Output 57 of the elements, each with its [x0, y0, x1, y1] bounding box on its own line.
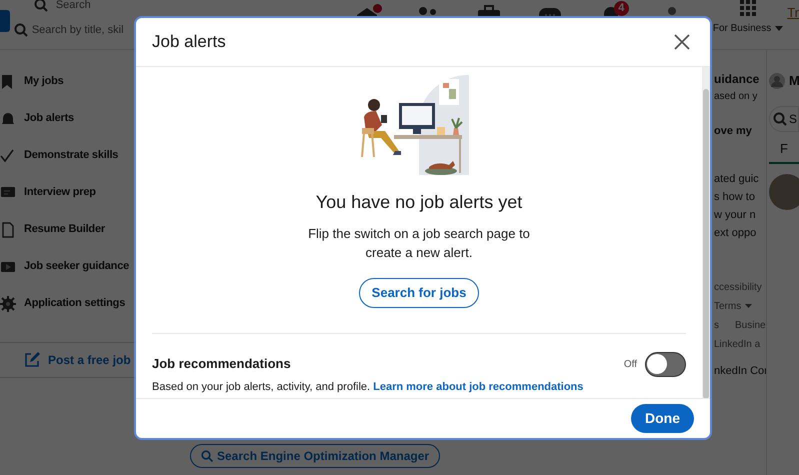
- search-icon: [773, 112, 787, 126]
- sidebar-item[interactable]: Demonstrate skills: [24, 147, 118, 164]
- sidebar-item[interactable]: Application settings: [24, 295, 126, 312]
- toggle-state-label: Off: [624, 358, 637, 372]
- footer-link[interactable]: Busine: [735, 316, 766, 335]
- scrollbar[interactable]: [702, 67, 710, 398]
- sidebar-item[interactable]: Job seeker guidance: [24, 258, 130, 275]
- search-field[interactable]: S: [769, 106, 799, 132]
- notification-dot: [372, 4, 382, 13]
- photo-placeholder: [769, 174, 799, 210]
- card-text: ext oppo: [714, 226, 758, 241]
- close-icon: [674, 34, 690, 50]
- copyright-text: nkedIn Cor: [714, 364, 766, 379]
- empty-state-text: Flip the switch on a job search page to create a new alert.: [307, 225, 531, 262]
- section-title: Job recommendations: [152, 355, 291, 374]
- search-suggestion-chip[interactable]: Search Engine Optimization Manager: [190, 444, 440, 468]
- search-icon: [14, 22, 28, 37]
- apps-grid-icon[interactable]: [740, 0, 756, 16]
- learn-more-link[interactable]: Learn more about job recommendations: [373, 380, 584, 392]
- search-jobs-button[interactable]: Search for jobs: [358, 278, 480, 308]
- business-menu[interactable]: For Business: [712, 20, 772, 38]
- search-icon: [34, 0, 48, 12]
- footer-link[interactable]: LinkedIn a: [714, 335, 766, 354]
- done-button[interactable]: Done: [631, 404, 694, 433]
- card-text: s how to: [714, 190, 756, 205]
- premium-link[interactable]: Tr: [787, 4, 799, 49]
- tab[interactable]: F: [769, 140, 799, 164]
- search-icon: [201, 450, 213, 462]
- bell-icon: [0, 110, 16, 126]
- post-job-link[interactable]: Post a free job: [48, 351, 131, 369]
- sidebar-item[interactable]: My jobs: [24, 73, 64, 90]
- footer-link[interactable]: ccessibility: [714, 278, 766, 297]
- recommendations-text: Based on your job alerts, activity, and profile. Learn more about job recommendations: [152, 380, 584, 394]
- search-field[interactable]: Search: [56, 0, 91, 14]
- toggle-switch[interactable]: [645, 352, 686, 376]
- sidebar-item[interactable]: Interview prep: [24, 184, 96, 201]
- card-title: ove my: [714, 124, 753, 139]
- sidebar-item[interactable]: Job alerts: [24, 110, 74, 127]
- edit-icon: [24, 352, 40, 368]
- footer-link[interactable]: Terms: [714, 297, 742, 316]
- caret-icon: [745, 304, 752, 309]
- modal-title: Job alerts: [152, 31, 226, 54]
- checkmark-icon: [0, 148, 16, 164]
- notification-badge: 4: [614, 1, 629, 16]
- empty-state-title: You have no job alerts yet: [316, 191, 522, 214]
- card-text: w your n: [714, 208, 757, 223]
- card-subtitle: ased on y: [714, 90, 758, 104]
- document-icon: [0, 222, 16, 238]
- avatar-icon: [769, 73, 785, 89]
- profile-name: M: [789, 72, 799, 90]
- card-title: uidance: [714, 71, 760, 88]
- settings-icon: [0, 296, 16, 312]
- job-search-field[interactable]: Search by title, skil: [32, 22, 124, 38]
- card-text: ated guic: [714, 172, 760, 187]
- sidebar-item[interactable]: Resume Builder: [24, 221, 105, 238]
- footer-link[interactable]: s: [714, 316, 719, 335]
- caret-icon: [775, 26, 784, 32]
